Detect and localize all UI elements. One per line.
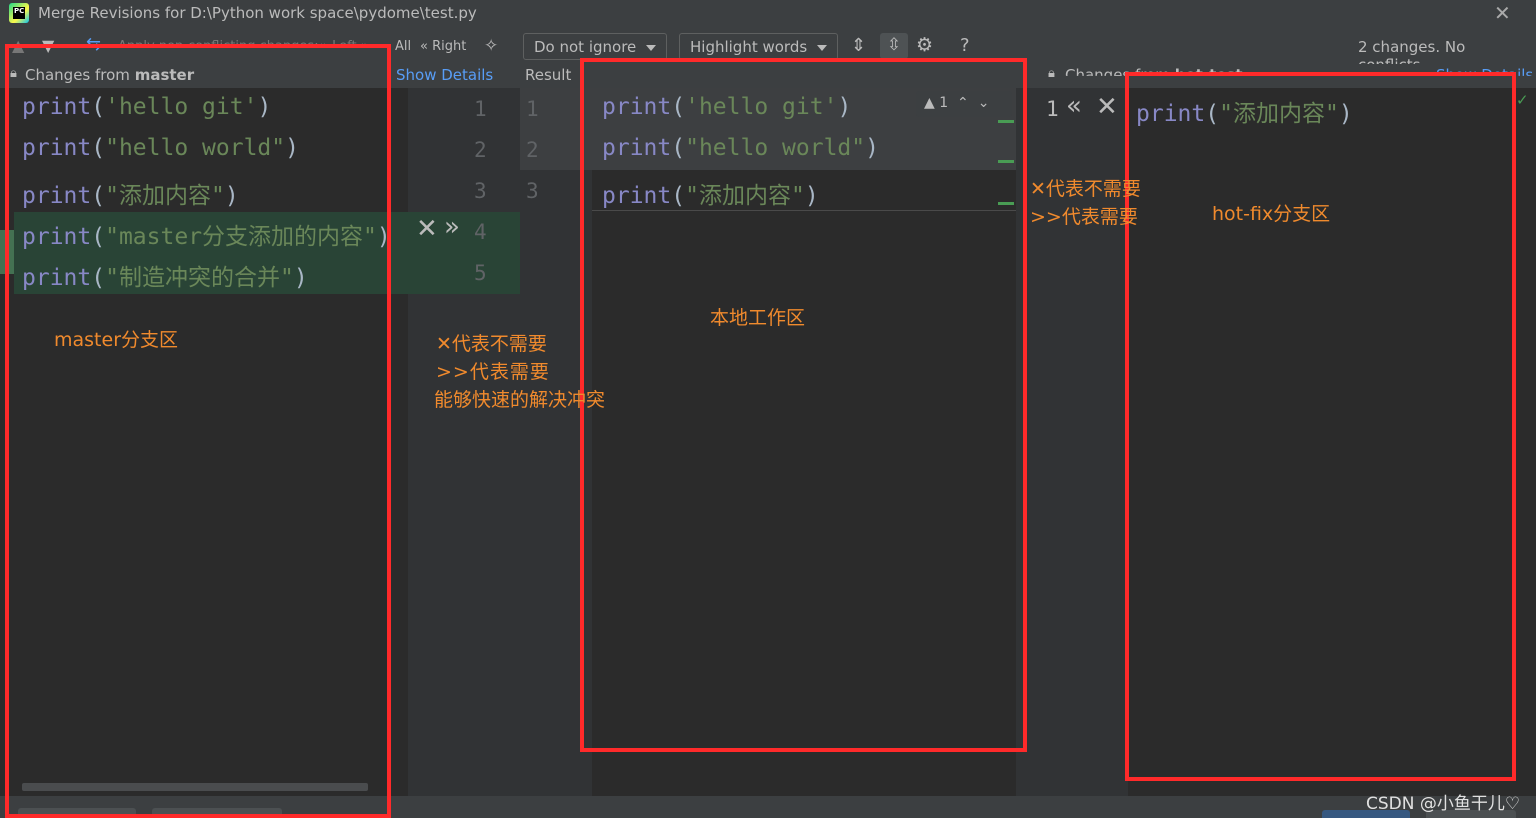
result-panel-title: Result [525,66,572,84]
watermark: CSDN @小鱼干儿♡ [1366,794,1521,814]
check-icon: ✓ [1516,91,1529,109]
annotation-local: 本地工作区 [710,307,806,329]
ignore-dropdown[interactable]: Do not ignore [523,33,668,60]
sync-scroll-icon[interactable]: ⇳ [880,33,908,59]
annotation-x-right: ✕代表不需要 [1030,178,1141,200]
line-number: 3 [526,179,539,203]
annotation-arrows-right: >>代表需要 [1030,206,1138,228]
highlight-dropdown[interactable]: Highlight words [679,33,839,60]
annotation-x-left: ✕代表不需要 [436,333,547,355]
line-number: 4 [474,220,487,244]
magic-resolve-icon[interactable]: ✧ [484,36,498,56]
line-number: 1 [526,97,539,121]
line-number: 1 [1046,97,1059,121]
collapse-unchanged-icon[interactable]: ⇕ [851,35,866,56]
cross-icon: ✕ [1030,178,1046,200]
lock-icon: 🔒︎ [1048,66,1055,81]
ignore-change-icon[interactable]: ✕ [416,214,438,244]
apply-all-button[interactable]: All [395,39,411,54]
pycharm-logo-icon: PC [9,3,29,23]
ignore-change-icon[interactable]: ✕ [1096,92,1118,122]
line-number: 3 [474,179,487,203]
annotation-box-hotfix [1125,72,1516,781]
gear-icon[interactable]: ⚙ [916,34,933,56]
annotation-box-master [5,44,391,818]
window-title: Merge Revisions for D:\Python work space… [38,4,477,22]
annotation-fast-resolve: 能够快速的解决冲突 [434,389,606,411]
annotation-box-local [580,58,1027,752]
accept-change-icon[interactable]: » [444,212,460,242]
apply-right-button[interactable]: « Right [420,39,466,54]
annotation-arrows-left: >>代表需要 [436,361,550,383]
annotation-master: master分支区 [54,329,179,351]
line-number: 2 [474,138,487,162]
cross-icon: ✕ [436,333,452,355]
help-icon[interactable]: ? [960,35,970,56]
left-gutter [408,88,520,796]
line-number: 2 [526,138,539,162]
line-number: 5 [474,261,487,285]
accept-change-icon[interactable]: « [1066,91,1082,121]
show-details-left-link[interactable]: Show Details [396,66,493,84]
close-icon[interactable]: ✕ [1494,1,1511,25]
line-number: 1 [474,97,487,121]
annotation-hotfix: hot-fix分支区 [1212,203,1331,225]
